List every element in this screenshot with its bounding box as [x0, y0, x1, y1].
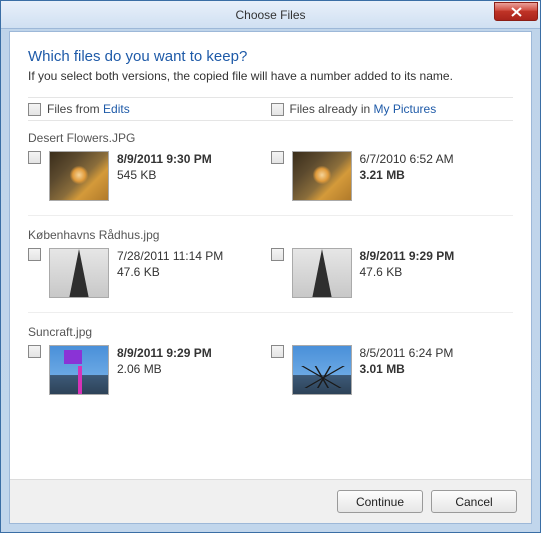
column-header-source-label: Files from Edits [47, 102, 130, 116]
file-size: 47.6 KB [360, 264, 455, 280]
file-size: 3.21 MB [360, 167, 454, 183]
version-checkbox[interactable] [28, 248, 41, 261]
thumbnail [49, 151, 109, 201]
file-name: Københavns Rådhus.jpg [28, 224, 513, 248]
cancel-button[interactable]: Cancel [431, 490, 517, 513]
column-header-dest: Files already in My Pictures [271, 102, 514, 116]
file-size: 2.06 MB [117, 361, 212, 377]
file-meta: 8/9/2011 9:29 PM 47.6 KB [360, 248, 455, 298]
file-meta: 8/5/2011 6:24 PM 3.01 MB [360, 345, 454, 395]
select-all-dest-checkbox[interactable] [271, 103, 284, 116]
window-title: Choose Files [235, 8, 305, 22]
close-button[interactable] [494, 2, 538, 21]
file-size: 545 KB [117, 167, 212, 183]
select-all-source-checkbox[interactable] [28, 103, 41, 116]
dialog-window: Choose Files Which files do you want to … [0, 0, 541, 533]
column-header-source: Files from Edits [28, 102, 271, 116]
file-version-source[interactable]: 7/28/2011 11:14 PM 47.6 KB [28, 248, 271, 298]
file-meta: 6/7/2010 6:52 AM 3.21 MB [360, 151, 454, 201]
dest-folder-link[interactable]: My Pictures [374, 102, 437, 116]
file-date: 7/28/2011 11:14 PM [117, 248, 223, 264]
content: Which files do you want to keep? If you … [10, 32, 531, 409]
file-date: 8/9/2011 9:29 PM [360, 248, 455, 264]
column-headers: Files from Edits Files already in My Pic… [28, 97, 513, 121]
version-checkbox[interactable] [28, 151, 41, 164]
thumbnail [49, 345, 109, 395]
thumbnail [292, 345, 352, 395]
file-name: Suncraft.jpg [28, 321, 513, 345]
file-meta: 8/9/2011 9:30 PM 545 KB [117, 151, 212, 201]
file-name: Desert Flowers.JPG [28, 127, 513, 151]
file-version-dest[interactable]: 8/9/2011 9:29 PM 47.6 KB [271, 248, 514, 298]
source-folder-link[interactable]: Edits [103, 102, 130, 116]
version-checkbox[interactable] [271, 248, 284, 261]
thumbnail [292, 248, 352, 298]
version-checkbox[interactable] [271, 345, 284, 358]
file-row: 8/9/2011 9:30 PM 545 KB 6/7/2010 6:52 AM… [28, 151, 513, 216]
file-meta: 7/28/2011 11:14 PM 47.6 KB [117, 248, 223, 298]
version-checkbox[interactable] [28, 345, 41, 358]
titlebar: Choose Files [1, 1, 540, 29]
file-group: Københavns Rådhus.jpg 7/28/2011 11:14 PM… [28, 218, 513, 313]
file-group: Suncraft.jpg 8/9/2011 9:29 PM 2.06 MB [28, 315, 513, 409]
client-area: Which files do you want to keep? If you … [9, 31, 532, 524]
thumbnail [49, 248, 109, 298]
file-date: 6/7/2010 6:52 AM [360, 151, 454, 167]
close-icon [511, 7, 522, 17]
file-version-dest[interactable]: 6/7/2010 6:52 AM 3.21 MB [271, 151, 514, 201]
heading: Which files do you want to keep? [28, 48, 513, 65]
subtext: If you select both versions, the copied … [28, 69, 513, 83]
file-version-source[interactable]: 8/9/2011 9:30 PM 545 KB [28, 151, 271, 201]
column-header-dest-label: Files already in My Pictures [290, 102, 437, 116]
file-date: 8/9/2011 9:29 PM [117, 345, 212, 361]
file-size: 47.6 KB [117, 264, 223, 280]
file-group: Desert Flowers.JPG 8/9/2011 9:30 PM 545 … [28, 121, 513, 216]
footer: Continue Cancel [10, 479, 531, 523]
file-date: 8/5/2011 6:24 PM [360, 345, 454, 361]
file-size: 3.01 MB [360, 361, 454, 377]
version-checkbox[interactable] [271, 151, 284, 164]
file-date: 8/9/2011 9:30 PM [117, 151, 212, 167]
continue-button[interactable]: Continue [337, 490, 423, 513]
file-version-source[interactable]: 8/9/2011 9:29 PM 2.06 MB [28, 345, 271, 395]
file-row: 8/9/2011 9:29 PM 2.06 MB 8/5/2011 6:24 P… [28, 345, 513, 409]
thumbnail [292, 151, 352, 201]
file-meta: 8/9/2011 9:29 PM 2.06 MB [117, 345, 212, 395]
file-row: 7/28/2011 11:14 PM 47.6 KB 8/9/2011 9:29… [28, 248, 513, 313]
file-version-dest[interactable]: 8/5/2011 6:24 PM 3.01 MB [271, 345, 514, 395]
